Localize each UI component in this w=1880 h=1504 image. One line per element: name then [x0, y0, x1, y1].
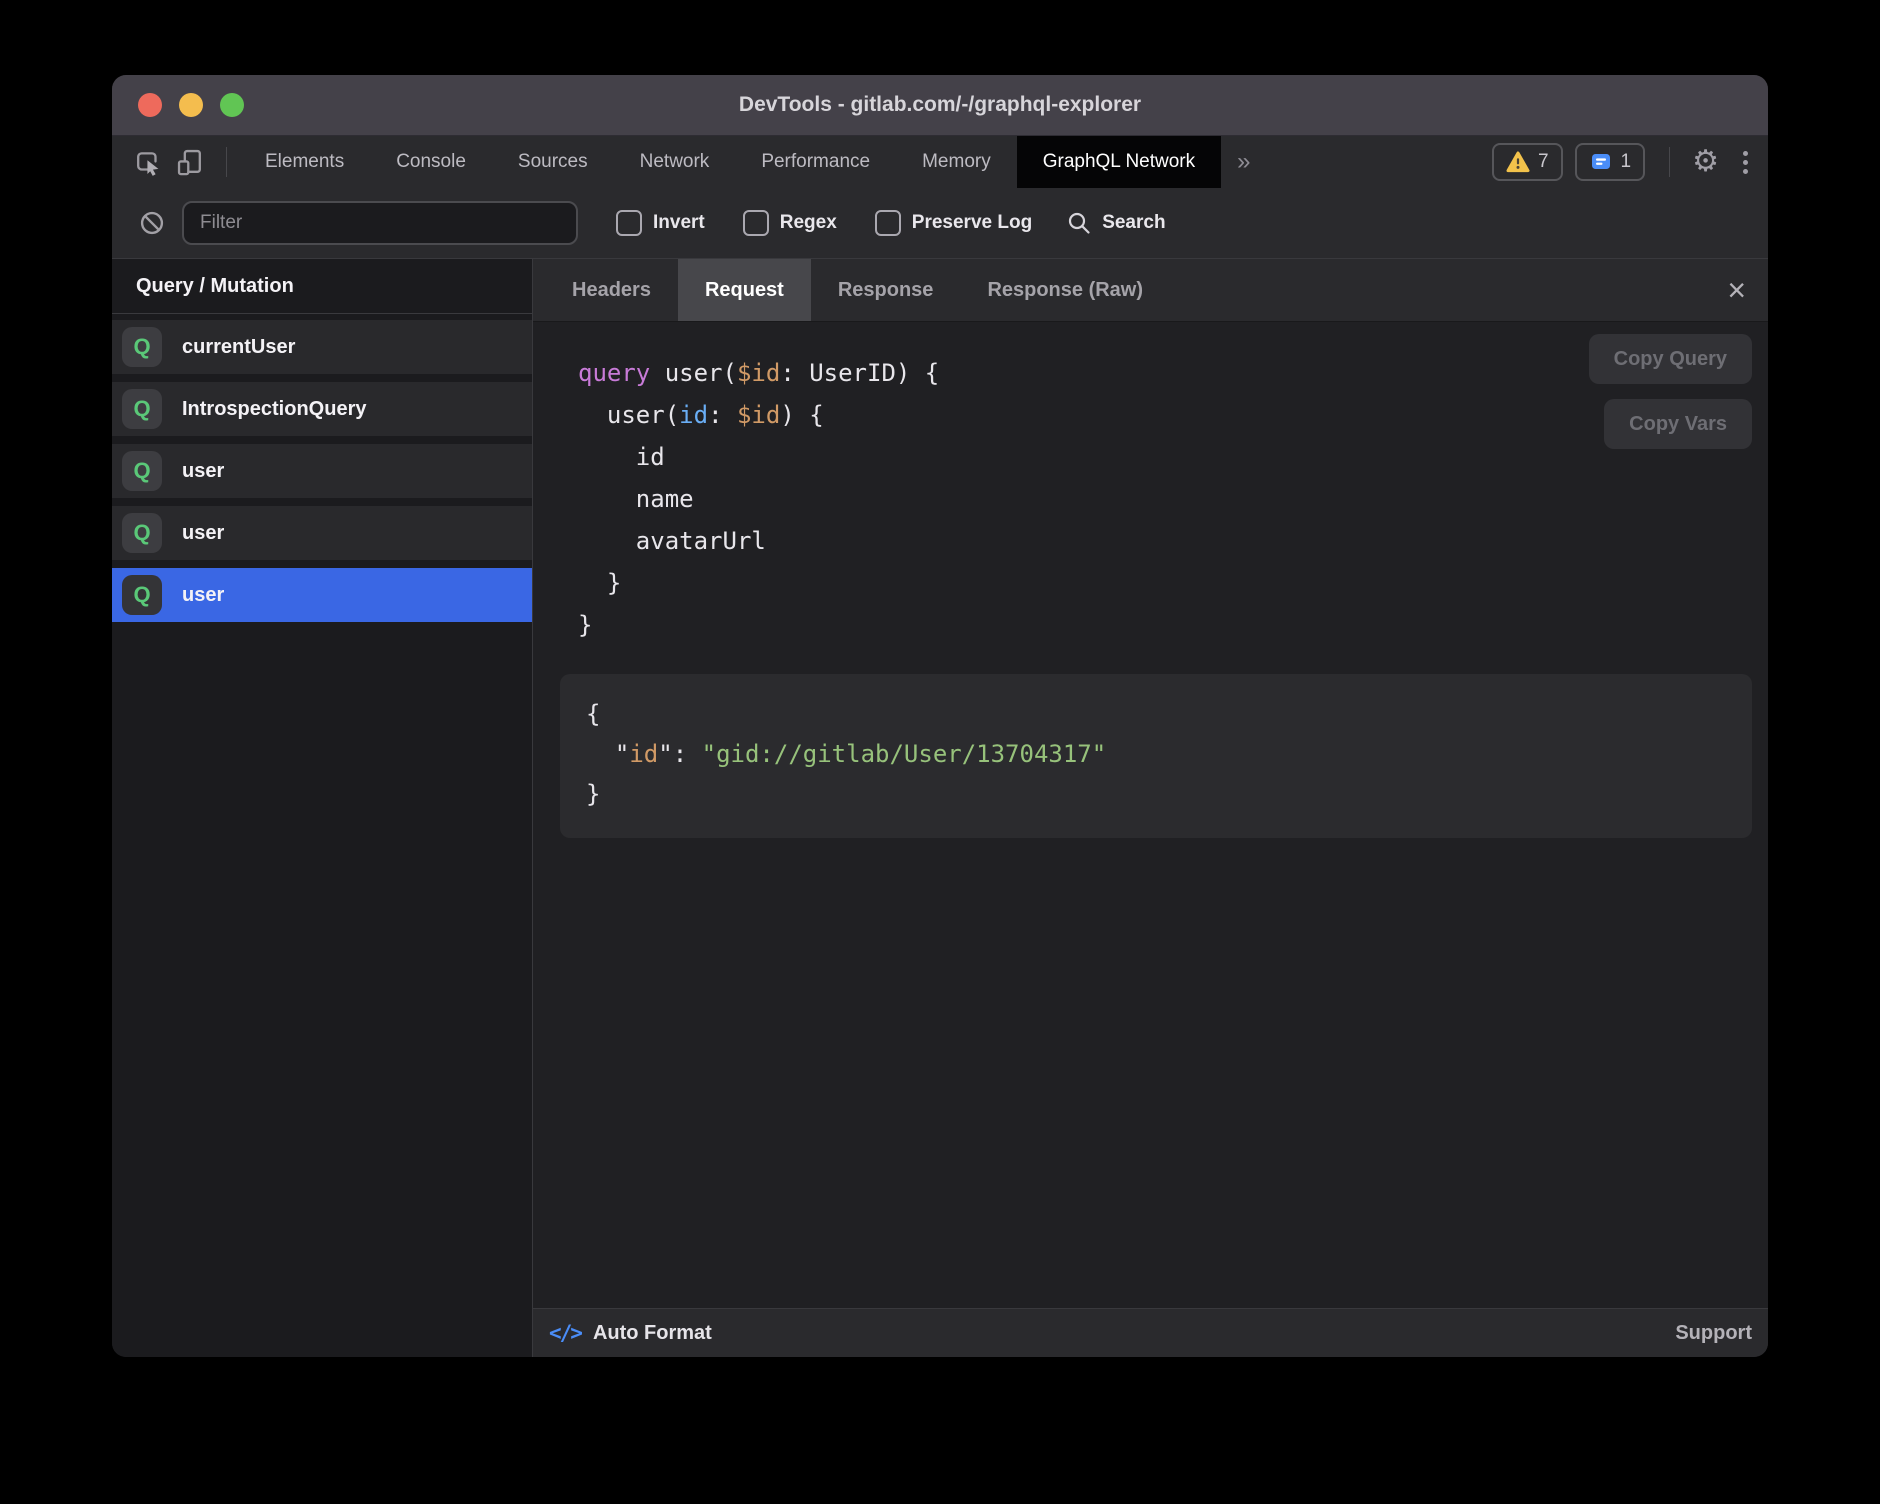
query-type-badge: Q — [122, 327, 162, 367]
copy-query-button[interactable]: Copy Query — [1589, 334, 1752, 384]
titlebar: DevTools - gitlab.com/-/graphql-explorer — [112, 75, 1768, 136]
main-tab-strip: ElementsConsoleSourcesNetworkPerformance… — [239, 136, 1221, 188]
sidebar-item-user[interactable]: Quser — [112, 568, 532, 622]
warnings-count: 7 — [1538, 151, 1549, 173]
tab-network[interactable]: Network — [614, 136, 736, 188]
regex-checkbox-group[interactable]: Regex — [743, 210, 837, 236]
code-line: "id": "gid://gitlab/User/13704317" — [586, 734, 1726, 774]
preserve-log-checkbox-label: Preserve Log — [912, 212, 1032, 234]
query-name-label: IntrospectionQuery — [182, 398, 366, 421]
invert-checkbox[interactable] — [616, 210, 642, 236]
invert-checkbox-group[interactable]: Invert — [616, 210, 705, 236]
preserve-log-checkbox-group[interactable]: Preserve Log — [875, 210, 1032, 236]
sidebar-item-user[interactable]: Quser — [112, 444, 532, 498]
graphql-variables-code: { "id": "gid://gitlab/User/13704317"} — [586, 694, 1726, 814]
warnings-badge[interactable]: 7 — [1492, 143, 1563, 181]
code-line: id — [578, 436, 939, 478]
toolbar-divider — [1669, 147, 1670, 177]
main-area: Query / Mutation QcurrentUserQIntrospect… — [112, 259, 1768, 1357]
regex-checkbox[interactable] — [743, 210, 769, 236]
inspect-element-icon[interactable] — [130, 144, 166, 180]
maximize-window-button[interactable] — [220, 93, 244, 117]
copy-vars-button[interactable]: Copy Vars — [1604, 399, 1752, 449]
detail-tab-response-raw[interactable]: Response (Raw) — [960, 259, 1170, 321]
sidebar-item-user[interactable]: Quser — [112, 506, 532, 560]
query-list-sidebar: Query / Mutation QcurrentUserQIntrospect… — [112, 259, 533, 1357]
invert-checkbox-label: Invert — [653, 212, 705, 234]
query-name-label: currentUser — [182, 336, 295, 359]
request-tab-content: query user($id: UserID) { user(id: $id) … — [533, 322, 1768, 1308]
query-name-label: user — [182, 460, 224, 483]
filter-input[interactable] — [182, 201, 578, 245]
tab-memory[interactable]: Memory — [896, 136, 1017, 188]
issues-badge[interactable]: 1 — [1575, 143, 1646, 181]
code-line: { — [586, 694, 1726, 734]
code-brackets-icon: </> — [549, 1321, 581, 1345]
filter-toolbar: Invert Regex Preserve Log Search — [112, 188, 1768, 259]
code-line: } — [578, 604, 939, 646]
tab-performance[interactable]: Performance — [735, 136, 896, 188]
search-label: Search — [1102, 212, 1165, 234]
tab-console[interactable]: Console — [370, 136, 492, 188]
detail-tab-response[interactable]: Response — [811, 259, 961, 321]
code-line: query user($id: UserID) { — [578, 352, 939, 394]
issues-count: 1 — [1621, 151, 1632, 173]
query-name-label: user — [182, 522, 224, 545]
close-window-button[interactable] — [138, 93, 162, 117]
query-name-label: user — [182, 584, 224, 607]
filter-checkboxes: Invert Regex Preserve Log — [578, 210, 1032, 236]
code-line: } — [586, 774, 1726, 814]
code-line: avatarUrl — [578, 520, 939, 562]
code-line: user(id: $id) { — [578, 394, 939, 436]
sidebar-item-introspectionquery[interactable]: Q IntrospectionQuery — [112, 382, 532, 436]
device-toolbar-icon[interactable] — [172, 144, 208, 180]
code-line: } — [578, 562, 939, 604]
warning-triangle-icon — [1506, 150, 1530, 174]
message-bubble-icon — [1589, 150, 1613, 174]
code-line: name — [578, 478, 939, 520]
tab-sources[interactable]: Sources — [492, 136, 614, 188]
screen-background: { "colors": { "accent_blue": "#3a67e4", … — [0, 0, 1880, 1504]
detail-panel: HeadersRequestResponseResponse (Raw) × q… — [533, 259, 1768, 1357]
kebab-menu-icon[interactable] — [1743, 151, 1748, 174]
query-type-badge: Q — [122, 575, 162, 615]
toolbar-divider — [226, 147, 227, 177]
clear-block-icon[interactable] — [138, 209, 166, 237]
preserve-log-checkbox[interactable] — [875, 210, 901, 236]
variables-box: { "id": "gid://gitlab/User/13704317"} — [560, 674, 1752, 838]
detail-tab-strip: HeadersRequestResponseResponse (Raw) × — [533, 259, 1768, 322]
search-toggle[interactable]: Search — [1066, 210, 1165, 236]
window-title: DevTools - gitlab.com/-/graphql-explorer — [112, 93, 1768, 117]
auto-format-button[interactable]: Auto Format — [593, 1322, 712, 1345]
panel-footer: </> Auto Format Support — [533, 1308, 1768, 1357]
devtools-tabbar: ElementsConsoleSourcesNetworkPerformance… — [112, 136, 1768, 188]
minimize-window-button[interactable] — [179, 93, 203, 117]
detail-tab-headers[interactable]: Headers — [545, 259, 678, 321]
detail-tab-request[interactable]: Request — [678, 259, 811, 321]
detail-tabs: HeadersRequestResponseResponse (Raw) — [545, 259, 1170, 321]
traffic-lights — [138, 75, 244, 135]
tab-graphql-network[interactable]: GraphQL Network — [1017, 136, 1221, 188]
graphql-query-code: query user($id: UserID) { user(id: $id) … — [578, 352, 939, 646]
settings-gear-icon[interactable]: ⚙ — [1692, 147, 1719, 177]
query-type-badge: Q — [122, 451, 162, 491]
close-panel-icon[interactable]: × — [1727, 274, 1746, 306]
sidebar-item-currentuser[interactable]: QcurrentUser — [112, 320, 532, 374]
more-tabs-chevron-icon[interactable]: » — [1221, 148, 1266, 176]
tab-elements[interactable]: Elements — [239, 136, 370, 188]
query-type-badge: Q — [122, 389, 162, 429]
support-link[interactable]: Support — [1675, 1322, 1752, 1345]
devtools-window: DevTools - gitlab.com/-/graphql-explorer… — [112, 75, 1768, 1357]
query-type-badge: Q — [122, 513, 162, 553]
query-list: QcurrentUserQIntrospectionQueryQuserQuse… — [112, 314, 532, 630]
regex-checkbox-label: Regex — [780, 212, 837, 234]
search-icon — [1066, 210, 1092, 236]
sidebar-header: Query / Mutation — [112, 259, 532, 314]
